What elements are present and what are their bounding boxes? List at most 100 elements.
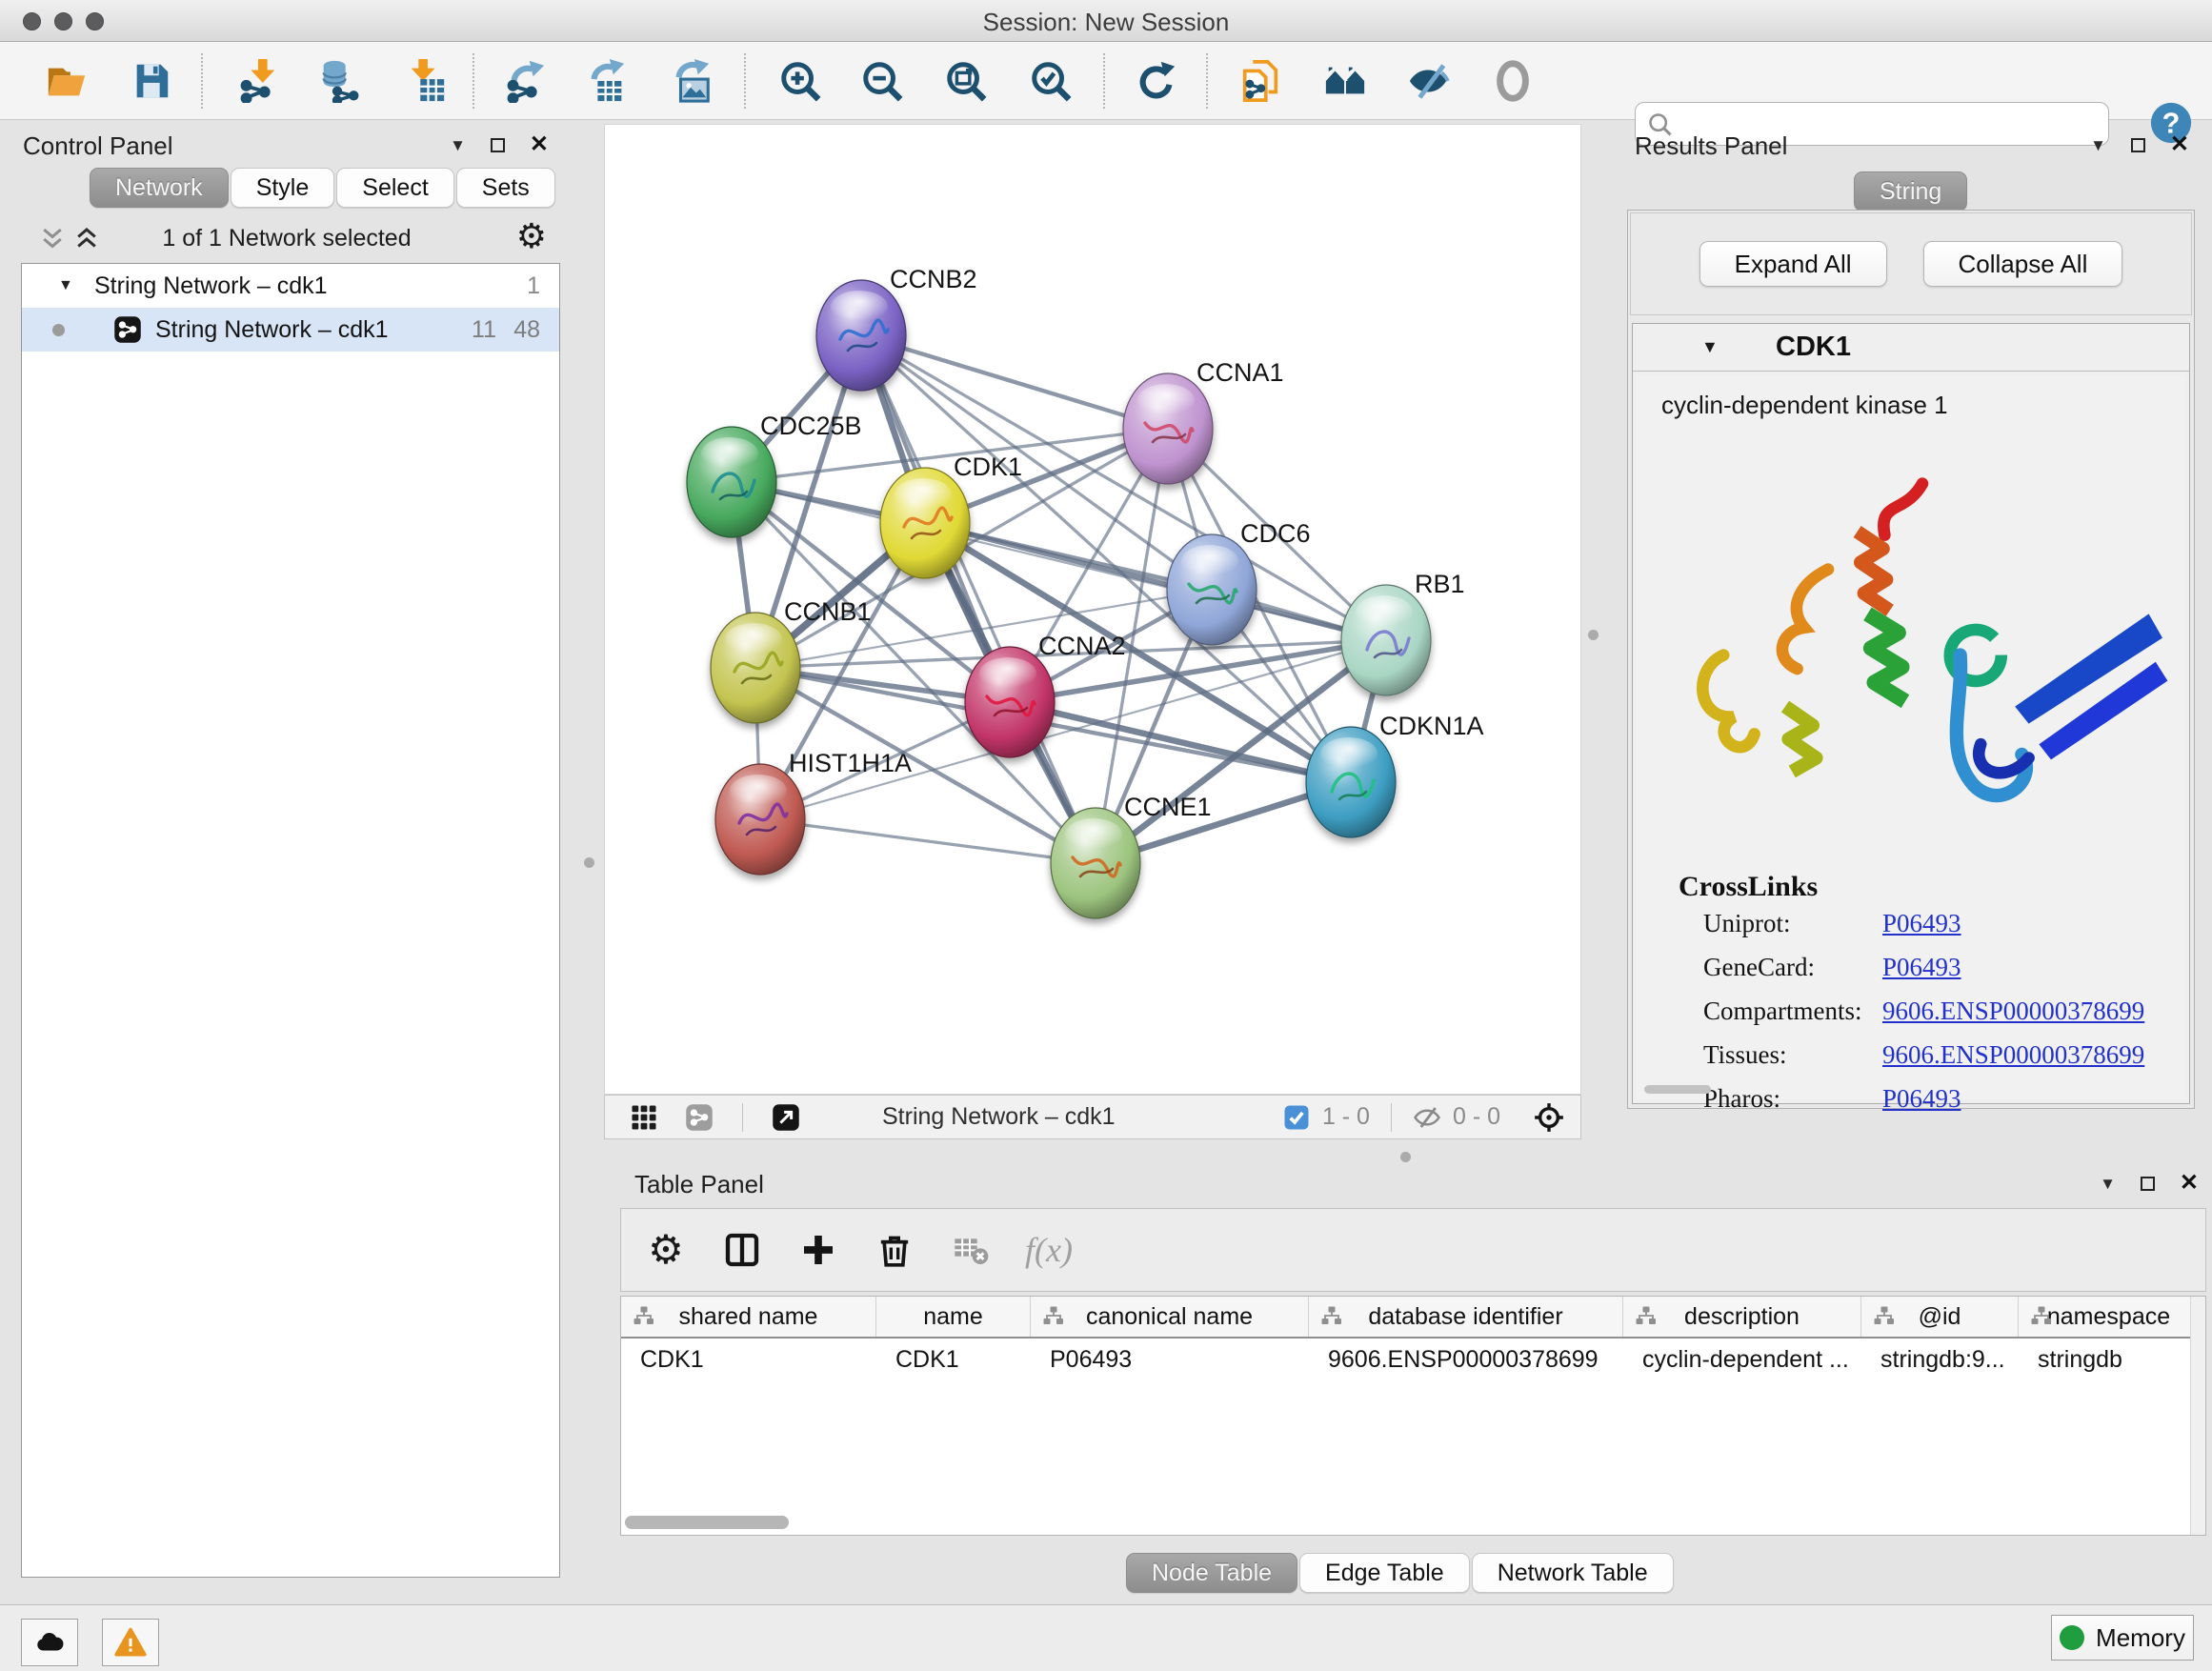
tab-sets[interactable]: Sets	[456, 168, 555, 208]
crosslink-link[interactable]: 9606.ENSP00000378699	[1882, 1040, 2144, 1070]
tab-string[interactable]: String	[1854, 171, 1967, 211]
show-all-eye-icon[interactable]	[1491, 59, 1535, 103]
collapse-entry-icon[interactable]: ▼	[1701, 337, 1719, 357]
center-view-crosshair-icon[interactable]	[1533, 1101, 1565, 1134]
float-panel-icon[interactable]	[2141, 1177, 2155, 1191]
zoom-selected-icon[interactable]	[1029, 59, 1073, 103]
crosslink-link[interactable]: P06493	[1882, 953, 1961, 982]
refresh-layout-icon[interactable]	[1135, 59, 1178, 103]
network-node-CDC6[interactable]	[1167, 534, 1257, 645]
network-node-CDK1[interactable]	[880, 468, 970, 578]
panel-menu-icon[interactable]: ▼	[450, 137, 466, 153]
close-panel-icon[interactable]: ✕	[2170, 133, 2189, 156]
edge-CCNE1-HIST1H1A[interactable]	[760, 819, 1096, 863]
panel-menu-icon[interactable]: ▼	[2090, 137, 2106, 153]
entry-gene-name: CDK1	[1776, 332, 1851, 363]
crosslink-link[interactable]: 9606.ENSP00000378699	[1882, 997, 2144, 1026]
selected-checkbox-icon[interactable]	[1282, 1103, 1311, 1132]
save-session-icon[interactable]	[130, 59, 173, 103]
import-network-icon[interactable]	[236, 59, 280, 103]
import-table-icon[interactable]	[404, 59, 448, 103]
birds-eye-grid-icon[interactable]	[630, 1103, 658, 1132]
export-table-icon[interactable]	[585, 59, 629, 103]
network-row-selected[interactable]: String Network – cdk1 11 48	[22, 308, 559, 352]
zoom-in-icon[interactable]	[778, 59, 822, 103]
horizontal-splitter[interactable]	[1400, 1152, 1411, 1162]
column-header-namespace[interactable]: namespace	[2019, 1297, 2200, 1337]
edge-CCNB2-CCNA1[interactable]	[861, 335, 1168, 429]
results-hscrollbar-thumb[interactable]	[1644, 1085, 1711, 1094]
collapse-all-button[interactable]: Collapse All	[1923, 241, 2123, 287]
close-panel-icon[interactable]: ✕	[2180, 1172, 2199, 1195]
crosslink-label: GeneCard:	[1703, 953, 1815, 982]
network-graph[interactable]: CCNB2CCNA1CDC25BCDK1CDC6RB1CCNB1CCNA2CDK…	[605, 125, 1580, 1094]
crosslink-label: Uniprot:	[1703, 909, 1791, 938]
column-header-name[interactable]: name	[876, 1297, 1031, 1337]
tab-network[interactable]: Network	[90, 168, 229, 208]
export-network-icon[interactable]	[503, 59, 547, 103]
add-column-icon[interactable]	[796, 1228, 840, 1272]
column-header--id[interactable]: @id	[1861, 1297, 2019, 1337]
zoom-fit-icon[interactable]	[944, 59, 988, 103]
column-header-shared-name[interactable]: shared name	[621, 1297, 876, 1337]
network-node-CCNA2[interactable]	[965, 647, 1055, 757]
table-hscrollbar-thumb[interactable]	[625, 1516, 789, 1529]
statusbar-divider	[742, 1103, 743, 1132]
network-options-gear-icon[interactable]: ⚙	[516, 219, 547, 253]
table-row[interactable]: CDK1CDK1P064939606.ENSP00000378699cyclin…	[621, 1339, 2205, 1380]
float-panel-icon[interactable]	[491, 138, 505, 152]
tab-style[interactable]: Style	[231, 168, 335, 208]
network-node-CCNB2[interactable]	[816, 280, 906, 391]
network-node-CDKN1A[interactable]	[1306, 727, 1396, 837]
group-houses-icon[interactable]	[1323, 59, 1367, 103]
collection-label: String Network – cdk1	[94, 272, 328, 300]
column-header-database-identifier[interactable]: database identifier	[1309, 1297, 1623, 1337]
open-session-icon[interactable]	[45, 59, 89, 103]
collection-expand-icon[interactable]: ▼	[58, 277, 73, 294]
network-collection-row[interactable]: ▼ String Network – cdk1 1	[22, 264, 559, 308]
close-panel-icon[interactable]: ✕	[530, 133, 549, 156]
crosslink-link[interactable]: P06493	[1882, 909, 1961, 938]
hidden-eye-slash-icon[interactable]	[1413, 1103, 1441, 1132]
zoom-out-icon[interactable]	[860, 59, 904, 103]
cloud-button[interactable]	[21, 1619, 78, 1666]
open-external-icon[interactable]	[772, 1103, 800, 1132]
table-vscrollbar[interactable]	[2190, 1297, 2205, 1535]
clone-network-icon[interactable]	[1238, 59, 1282, 103]
column-header-description[interactable]: description	[1623, 1297, 1861, 1337]
toolbar-separator	[1103, 53, 1105, 109]
collection-count: 1	[527, 272, 540, 300]
network-node-HIST1H1A[interactable]	[715, 764, 805, 875]
hide-selected-eye-icon[interactable]	[1406, 59, 1450, 103]
column-header-canonical-name[interactable]: canonical name	[1031, 1297, 1309, 1337]
node-details-header[interactable]: ▼ CDK1	[1633, 324, 2189, 372]
tab-network-table[interactable]: Network Table	[1472, 1553, 1674, 1593]
tab-node-table[interactable]: Node Table	[1126, 1553, 1297, 1593]
table-options-gear-icon[interactable]: ⚙	[644, 1228, 688, 1272]
string-view-icon[interactable]	[685, 1103, 714, 1132]
export-image-icon[interactable]	[670, 59, 714, 103]
warnings-button[interactable]	[102, 1619, 159, 1666]
expand-all-button[interactable]: Expand All	[1699, 241, 1887, 287]
network-node-CDC25B[interactable]	[687, 427, 776, 537]
crosslink-link[interactable]: P06493	[1882, 1084, 1961, 1114]
vertical-splitter-left[interactable]	[584, 857, 594, 868]
network-node-CCNE1[interactable]	[1051, 808, 1140, 918]
tab-edge-table[interactable]: Edge Table	[1299, 1553, 1470, 1593]
edge-CCNE1-CCNB2[interactable]	[861, 335, 1096, 863]
show-columns-icon[interactable]	[720, 1228, 764, 1272]
import-network-database-icon[interactable]	[316, 59, 360, 103]
vertical-splitter-right[interactable]	[1588, 630, 1599, 640]
node-count: 11	[472, 316, 496, 344]
network-node-RB1[interactable]	[1341, 585, 1431, 695]
edge-CCNA2-CDKN1A[interactable]	[1010, 702, 1351, 782]
control-panel-tabs: NetworkStyleSelectSets	[90, 168, 557, 208]
network-view-canvas[interactable]: CCNB2CCNA1CDC25BCDK1CDC6RB1CCNB1CCNA2CDK…	[604, 124, 1581, 1095]
memory-button[interactable]: Memory	[2051, 1615, 2194, 1661]
panel-menu-icon[interactable]: ▼	[2100, 1176, 2116, 1192]
tab-select[interactable]: Select	[336, 168, 453, 208]
network-node-CCNA1[interactable]	[1123, 373, 1213, 484]
float-panel-icon[interactable]	[2131, 138, 2145, 152]
delete-column-trash-icon[interactable]	[873, 1228, 916, 1272]
network-node-CCNB1[interactable]	[711, 613, 800, 723]
